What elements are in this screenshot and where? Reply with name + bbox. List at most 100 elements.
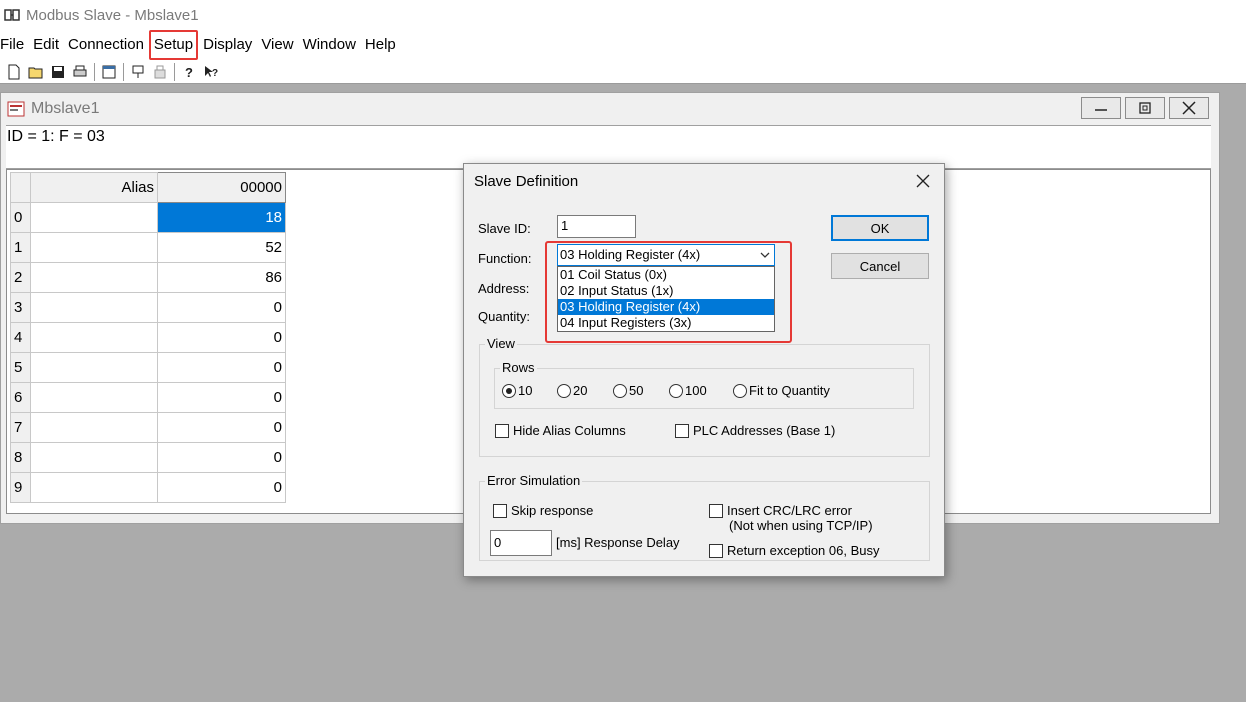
alias-cell[interactable]: [30, 262, 158, 293]
alias-cell[interactable]: [30, 352, 158, 383]
checkbox-label: Insert CRC/LRC error (Not when using TCP/…: [727, 503, 873, 533]
restore-icon: [1139, 102, 1151, 114]
table-row[interactable]: 0 18: [10, 202, 286, 233]
value-cell[interactable]: 0: [157, 442, 286, 473]
app-title-bar: Modbus Slave - Mbslave1: [0, 0, 1246, 30]
slave-definition-dialog: Slave Definition Slave ID: 1 Function: 0…: [463, 163, 945, 577]
disconnect-icon[interactable]: [149, 62, 171, 82]
value-cell[interactable]: 0: [157, 472, 286, 503]
checkbox-icon: [709, 544, 723, 558]
value-cell[interactable]: 86: [157, 262, 286, 293]
checkbox-icon: [493, 504, 507, 518]
minimize-icon: [1095, 109, 1107, 111]
app-title: Modbus Slave - Mbslave1: [26, 6, 199, 24]
rows-group-label: Rows: [500, 360, 537, 375]
context-help-icon[interactable]: ?: [200, 62, 222, 82]
value-cell[interactable]: 0: [157, 322, 286, 353]
value-cell[interactable]: 18: [157, 202, 286, 233]
checkbox-label: PLC Addresses (Base 1): [693, 423, 836, 438]
checkbox-icon: [675, 424, 689, 438]
alias-cell[interactable]: [30, 442, 158, 473]
svg-text:?: ?: [185, 65, 193, 80]
restore-button[interactable]: [1125, 97, 1165, 119]
alias-cell[interactable]: [30, 322, 158, 353]
response-delay-label: [ms] Response Delay: [556, 535, 680, 550]
close-icon: [916, 174, 930, 188]
alias-cell[interactable]: [30, 202, 158, 233]
slave-id-input[interactable]: 1: [557, 215, 636, 238]
new-file-icon[interactable]: [3, 62, 25, 82]
menu-bar: File Edit Connection Setup Display View …: [0, 30, 1246, 60]
column-header-address: 00000: [157, 172, 286, 203]
row-index: 7: [10, 412, 31, 443]
menu-help[interactable]: Help: [361, 30, 400, 60]
ok-button[interactable]: OK: [831, 215, 929, 241]
checkbox-label: Return exception 06, Busy: [727, 543, 880, 558]
alias-cell[interactable]: [30, 412, 158, 443]
cancel-button[interactable]: Cancel: [831, 253, 929, 279]
table-row[interactable]: 4 0: [10, 322, 286, 353]
radio-icon: [669, 383, 683, 398]
save-icon[interactable]: [47, 62, 69, 82]
help-icon[interactable]: ?: [178, 62, 200, 82]
value-cell[interactable]: 0: [157, 292, 286, 323]
menu-window[interactable]: Window: [299, 30, 360, 60]
table-row[interactable]: 9 0: [10, 472, 286, 503]
rows-radio-label: Fit to Quantity: [749, 383, 830, 398]
menu-edit[interactable]: Edit: [29, 30, 63, 60]
row-index: 0: [10, 202, 31, 233]
alias-cell[interactable]: [30, 382, 158, 413]
table-row[interactable]: 8 0: [10, 442, 286, 473]
minimize-button[interactable]: [1081, 97, 1121, 119]
response-delay-input[interactable]: 0: [490, 530, 552, 556]
menu-display[interactable]: Display: [199, 30, 256, 60]
checkbox-label: Hide Alias Columns: [513, 423, 626, 438]
menu-file[interactable]: File: [0, 30, 28, 60]
value-cell[interactable]: 0: [157, 382, 286, 413]
insert-crc-checkbox[interactable]: Insert CRC/LRC error (Not when using TCP/…: [709, 503, 873, 533]
table-row[interactable]: 3 0: [10, 292, 286, 323]
rows-radio-50[interactable]: 50: [613, 383, 643, 398]
table-row[interactable]: 1 52: [10, 232, 286, 263]
rows-radio-fit[interactable]: Fit to Quantity: [733, 383, 830, 398]
row-index: 4: [10, 322, 31, 353]
alias-cell[interactable]: [30, 232, 158, 263]
hide-alias-checkbox[interactable]: Hide Alias Columns: [495, 423, 626, 438]
window-icon[interactable]: [98, 62, 120, 82]
table-row[interactable]: 5 0: [10, 352, 286, 383]
slave-id-function-text: ID = 1: F = 03: [7, 128, 105, 145]
dialog-close-button[interactable]: [912, 170, 934, 192]
rows-radio-100[interactable]: 100: [669, 383, 707, 398]
radio-icon: [557, 383, 571, 398]
alias-cell[interactable]: [30, 472, 158, 503]
return-exception-checkbox[interactable]: Return exception 06, Busy: [709, 543, 879, 558]
value-cell[interactable]: 52: [157, 232, 286, 263]
table-row[interactable]: 2 86: [10, 262, 286, 293]
rows-radio-label: 10: [518, 383, 533, 398]
close-window-button[interactable]: [1169, 97, 1209, 119]
address-label: Address:: [478, 281, 530, 296]
row-index: 2: [10, 262, 31, 293]
print-icon[interactable]: [69, 62, 91, 82]
function-label: Function:: [478, 251, 532, 266]
svg-text:?: ?: [212, 68, 218, 79]
rows-radio-10[interactable]: 10: [502, 383, 532, 398]
toolbar-separator: [94, 62, 95, 81]
skip-response-checkbox[interactable]: Skip response: [493, 503, 593, 518]
value-cell[interactable]: 0: [157, 352, 286, 383]
insert-crc-text: Insert CRC/LRC error: [727, 503, 852, 518]
menu-connection[interactable]: Connection: [64, 30, 148, 60]
plc-addresses-checkbox[interactable]: PLC Addresses (Base 1): [675, 423, 835, 438]
connect-icon[interactable]: [127, 62, 149, 82]
column-header-alias: Alias: [30, 172, 158, 203]
table-row[interactable]: 6 0: [10, 382, 286, 413]
table-header-row: Alias 00000: [10, 172, 286, 203]
alias-cell[interactable]: [30, 292, 158, 323]
menu-view[interactable]: View: [257, 30, 297, 60]
menu-setup[interactable]: Setup: [148, 30, 199, 60]
table-row[interactable]: 7 0: [10, 412, 286, 443]
value-cell[interactable]: 0: [157, 412, 286, 443]
checkbox-icon: [495, 424, 509, 438]
open-folder-icon[interactable]: [25, 62, 47, 82]
rows-radio-20[interactable]: 20: [557, 383, 587, 398]
